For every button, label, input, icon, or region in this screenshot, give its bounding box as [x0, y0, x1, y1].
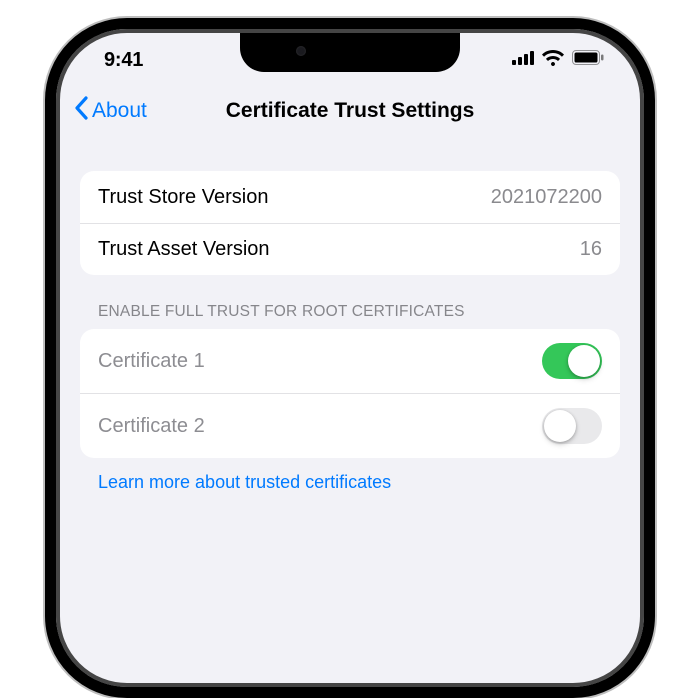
nav-bar: About Certificate Trust Settings — [60, 87, 640, 135]
row-value: 16 — [580, 238, 602, 261]
back-label: About — [92, 99, 147, 123]
cellular-icon — [512, 51, 534, 70]
certificate-toggle[interactable] — [542, 408, 602, 444]
learn-more-link[interactable]: Learn more about trusted certificates — [80, 458, 620, 493]
phone-frame: 9:41 About Certificate Trust Se — [45, 18, 655, 698]
side-button — [644, 279, 650, 389]
certificate-label: Certificate 1 — [98, 350, 205, 373]
section-header: ENABLE FULL TRUST FOR ROOT CERTIFICATES — [80, 275, 620, 329]
back-button[interactable]: About — [74, 96, 147, 126]
certificates-group: Certificate 1 Certificate 2 — [80, 329, 620, 458]
page-title: Certificate Trust Settings — [226, 99, 475, 123]
notch — [240, 32, 460, 72]
certificate-row: Certificate 1 — [80, 329, 620, 393]
trust-store-version-row: Trust Store Version 2021072200 — [80, 171, 620, 223]
certificate-toggle[interactable] — [542, 343, 602, 379]
battery-icon — [572, 50, 604, 70]
trust-asset-version-row: Trust Asset Version 16 — [80, 223, 620, 275]
status-time: 9:41 — [104, 49, 143, 72]
version-group: Trust Store Version 2021072200 Trust Ass… — [80, 171, 620, 275]
certificate-label: Certificate 2 — [98, 415, 205, 438]
row-label: Trust Store Version — [98, 186, 268, 209]
wifi-icon — [542, 50, 564, 71]
chevron-left-icon — [74, 96, 88, 126]
row-label: Trust Asset Version — [98, 238, 270, 261]
row-value: 2021072200 — [491, 186, 602, 209]
status-icons — [512, 50, 604, 71]
certificate-row: Certificate 2 — [80, 393, 620, 458]
